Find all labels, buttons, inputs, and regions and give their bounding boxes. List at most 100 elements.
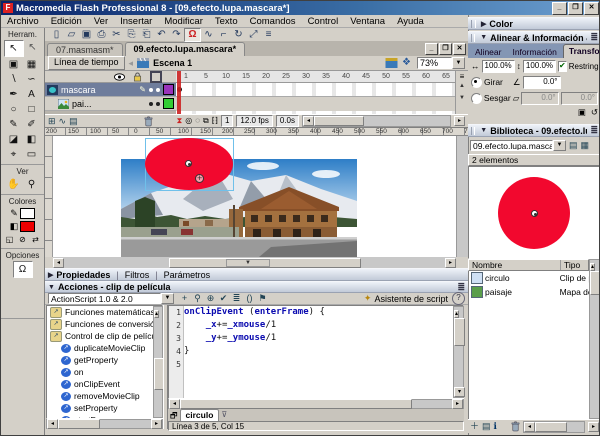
script-assist-button[interactable]: ✦ Asistente de script xyxy=(364,294,448,304)
script-horizontal-scrollbar[interactable]: ◂▸ xyxy=(168,399,464,409)
properties-panel-header[interactable]: ▶ Propiedades| Filtros| Parámetros xyxy=(45,268,468,281)
layer-name[interactable]: pai... xyxy=(72,99,146,109)
zoom-select[interactable]: 73% ▼ xyxy=(417,57,465,69)
rotate-icon[interactable]: ↻ xyxy=(231,29,246,41)
insert-layer-icon[interactable]: ⊞ xyxy=(48,117,56,126)
close-icon[interactable]: ✕ xyxy=(584,2,599,15)
actionscript-version-select[interactable]: ActionScript 1.0 & 2.0 ▼ xyxy=(48,293,174,304)
menu-item[interactable]: Edición xyxy=(45,16,88,27)
layer-row-mascara[interactable]: mascara ✎ xyxy=(45,83,176,97)
title-bar[interactable]: F Macromedia Flash Professional 8 - [09.… xyxy=(1,1,600,15)
scene-name[interactable]: Escena 1 xyxy=(153,58,192,68)
ait-tab[interactable]: Transformar xyxy=(563,44,600,58)
tab-propiedades[interactable]: Propiedades xyxy=(56,270,110,280)
tree-item[interactable]: ↗ removeMovieClip xyxy=(47,390,162,402)
cut-icon[interactable]: ✂ xyxy=(109,29,124,41)
zoom-tool[interactable]: ⚲ xyxy=(23,177,41,192)
frame-view-options-icon[interactable]: ≡ xyxy=(455,71,468,83)
code-area[interactable]: onClipEvent (enterFrame) { _x+=_xmouse/1… xyxy=(184,306,463,398)
tree-item[interactable]: ↗ getProperty xyxy=(47,354,162,366)
actions-toolbox-tree[interactable]: ↗ Funciones matemáticas ↗ Funciones de c… xyxy=(46,305,163,419)
edit-symbols-icon[interactable]: ❖ xyxy=(402,58,411,68)
layer-outline-color[interactable] xyxy=(163,84,174,95)
collapse-arrow-icon[interactable]: ▼ xyxy=(48,284,55,291)
column-tipo[interactable]: Tipo xyxy=(561,260,588,270)
rectangle-tool[interactable]: □ xyxy=(23,102,41,117)
menu-item[interactable]: Modificar xyxy=(158,16,209,27)
snap-icon[interactable]: Ω xyxy=(184,28,201,42)
library-document-select[interactable]: 09.efecto.lupa.mascara ▼ xyxy=(470,140,566,151)
redo-icon[interactable]: ↷ xyxy=(169,29,184,41)
chevron-down-icon[interactable]: ▼ xyxy=(553,140,566,151)
skew-radio[interactable] xyxy=(471,93,482,104)
ink-bottle-tool[interactable]: ◪ xyxy=(5,132,23,147)
collapse-arrow-icon[interactable]: ▼ xyxy=(480,127,487,134)
library-panel-header[interactable]: ▼ Biblioteca - 09.efecto.lupa.m... ≣ xyxy=(468,124,600,137)
code-line[interactable]: } xyxy=(184,345,463,358)
stage-vertical-scrollbar[interactable] xyxy=(456,136,468,257)
hand-tool[interactable]: ✋ xyxy=(5,177,23,192)
align-icon[interactable]: ≡ xyxy=(261,29,276,41)
color-panel-header[interactable]: ▶ Color xyxy=(468,17,600,30)
insert-target-path-icon[interactable]: ⊕ xyxy=(204,293,217,304)
back-arrow-icon[interactable]: ◂ xyxy=(129,59,134,68)
tree-item[interactable]: ↗ duplicateMovieClip xyxy=(47,342,162,354)
document-tab[interactable]: 09.efecto.lupa.mascara* xyxy=(125,42,246,56)
snap-magnet-icon[interactable]: Ω xyxy=(13,261,33,278)
eyedropper-tool[interactable]: ⌖ xyxy=(5,147,23,162)
script-editor[interactable]: 12345 onClipEvent (enterFrame) { _x+=_xm… xyxy=(168,305,464,399)
black-white-icon[interactable]: ◱ xyxy=(4,236,15,244)
tree-item[interactable]: ↗ on xyxy=(47,366,162,378)
insert-layer-folder-icon[interactable]: ▤ xyxy=(69,117,78,126)
timeline-frame-ruler[interactable]: 15101520253035404550556065 xyxy=(176,71,455,83)
transform-point-icon[interactable] xyxy=(195,174,204,183)
delete-item-trash-icon[interactable] xyxy=(511,421,520,432)
layer-visible-dot[interactable] xyxy=(149,88,153,92)
menu-item[interactable]: Texto xyxy=(209,16,244,27)
tree-item[interactable]: ↗ Funciones matemáticas xyxy=(47,306,162,318)
expand-arrow-icon[interactable]: ▶ xyxy=(481,20,486,28)
library-vertical-scrollbar[interactable]: ▴ xyxy=(589,259,600,419)
menu-item[interactable]: Ayuda xyxy=(391,16,430,27)
no-color-icon[interactable]: ⊘ xyxy=(17,236,28,244)
panel-menu-icon[interactable]: ≣ xyxy=(457,282,465,293)
script-tab-circulo[interactable]: circulo xyxy=(180,409,220,421)
pen-tool[interactable]: ✒ xyxy=(5,87,23,102)
text-tool[interactable]: A xyxy=(23,87,41,102)
straighten-icon[interactable]: ⌐ xyxy=(216,29,231,41)
code-line[interactable]: _y+=_ymouse/1 xyxy=(184,332,463,345)
tree-item[interactable]: ↗ Funciones de conversión xyxy=(47,318,162,330)
new-symbol-icon[interactable]: ＋ xyxy=(470,422,479,431)
debug-options-icon[interactable]: ⚑ xyxy=(256,293,269,304)
scroll-right-icon[interactable]: ▸ xyxy=(454,116,465,126)
free-transform-tool[interactable]: ▣ xyxy=(5,57,23,72)
selection-tool[interactable]: ↖ xyxy=(4,40,24,57)
tree-vertical-scrollbar[interactable]: ▴ xyxy=(153,306,163,418)
timeline-toggle-button[interactable]: Línea de tiempo xyxy=(48,56,125,70)
paste-icon[interactable]: ⎗ xyxy=(139,29,154,41)
code-hint-icon[interactable]: () xyxy=(243,293,256,304)
timeline-vertical-scrollbar[interactable]: ▲▼ xyxy=(455,83,468,114)
panel-menu-icon[interactable]: ≣ xyxy=(590,125,598,136)
stroke-color-swatch[interactable] xyxy=(20,208,35,219)
layer-name[interactable]: mascara xyxy=(61,85,136,95)
gradient-transform-tool[interactable]: ▦ xyxy=(23,57,41,72)
pin-library-icon[interactable]: ▤ xyxy=(569,141,578,150)
menu-item[interactable]: Control xyxy=(302,16,345,27)
layer-frames-mascara[interactable] xyxy=(176,83,455,97)
pencil-tool[interactable]: ✎ xyxy=(5,117,23,132)
library-item-list[interactable]: circulo Clip de película paisaje Mapa de… xyxy=(468,271,589,419)
edit-multiple-frames-icon[interactable]: ⧉ xyxy=(203,117,209,125)
layer-lock-dot[interactable] xyxy=(156,88,160,92)
layer-row-paisaje[interactable]: pai... xyxy=(45,97,176,111)
add-motion-guide-icon[interactable]: ∿ xyxy=(59,117,67,126)
lasso-tool[interactable]: ∽ xyxy=(23,72,41,87)
fill-color-swatch[interactable] xyxy=(20,221,35,232)
copy-transform-icon[interactable]: ▣ xyxy=(578,108,586,117)
print-icon[interactable]: ⎙ xyxy=(94,29,109,41)
minimize-icon[interactable]: _ xyxy=(552,2,567,15)
tab-parametros[interactable]: Parámetros xyxy=(164,270,211,280)
stage[interactable] xyxy=(53,136,456,257)
rotate-angle-input[interactable]: 0.0° xyxy=(523,76,561,89)
tree-horizontal-scrollbar[interactable]: ◂▸ xyxy=(46,419,163,429)
